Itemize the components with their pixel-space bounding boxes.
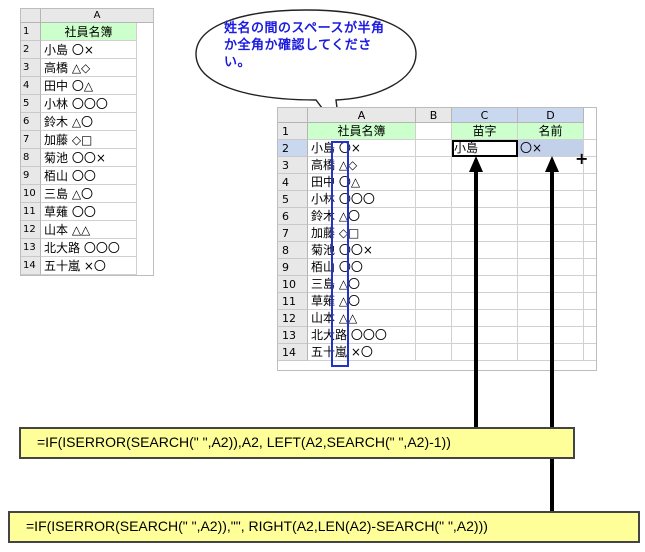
formula-surname: =IF(ISERROR(SEARCH(" ",A2)),A2, LEFT(A2,… — [19, 427, 575, 459]
arrowhead-surname — [469, 156, 483, 172]
arrows-layer — [469, 156, 559, 512]
arrowhead-given-name — [545, 156, 559, 172]
formula-given-name: =IF(ISERROR(SEARCH(" ",A2)),"", RIGHT(A2… — [8, 511, 640, 543]
